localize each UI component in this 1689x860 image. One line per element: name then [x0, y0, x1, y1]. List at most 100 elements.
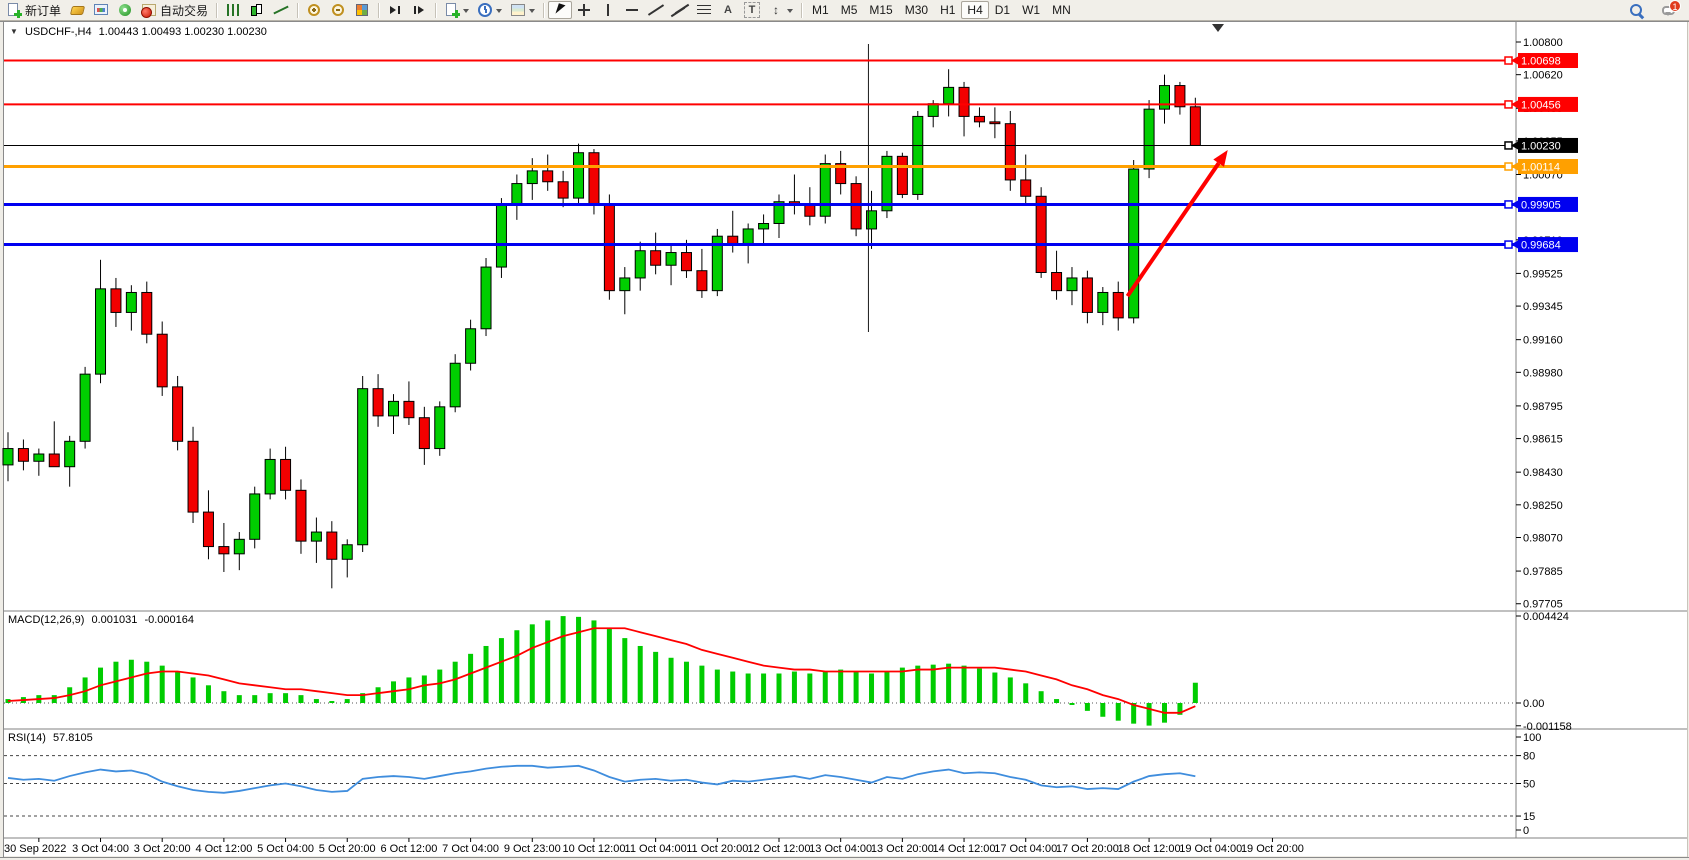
chart-shift-button[interactable] — [407, 1, 431, 19]
arrows-tool-button[interactable]: ↕ — [764, 1, 797, 19]
new-chart-button[interactable] — [440, 1, 473, 19]
price-tick-label: 0.98615 — [1523, 434, 1563, 446]
market-watch-button[interactable] — [65, 1, 89, 19]
line-handle[interactable] — [1505, 241, 1512, 248]
timeframe-mn[interactable]: MN — [1046, 1, 1077, 19]
bearish-candle — [157, 334, 167, 387]
macd-histogram-bar — [1147, 703, 1152, 726]
bullish-candle — [527, 171, 537, 184]
macd-histogram-bar — [1085, 703, 1090, 711]
bullish-candle — [3, 449, 13, 465]
time-tick-label: 3 Oct 04:00 — [72, 843, 129, 855]
chevron-down-icon[interactable] — [529, 9, 535, 16]
line-handle[interactable] — [1505, 142, 1512, 149]
templates-button[interactable] — [506, 1, 539, 19]
chart-collapse-icon[interactable]: ▼ — [10, 27, 18, 36]
label-tool-button[interactable]: T — [740, 1, 764, 19]
macd-histogram-bar — [484, 646, 489, 703]
chart-ohlc-values: 1.00443 1.00493 1.00230 1.00230 — [99, 26, 267, 38]
time-tick-label: 19 Oct 20:00 — [1241, 843, 1304, 855]
line-chart-mode-button[interactable] — [269, 1, 293, 19]
chart-background — [4, 22, 1687, 856]
timeframe-m30[interactable]: M30 — [899, 1, 934, 19]
timeframe-w1[interactable]: W1 — [1016, 1, 1046, 19]
macd-histogram-bar — [499, 638, 504, 703]
bearish-candle — [327, 532, 337, 559]
price-badge-1.00698: 1.00698 — [1511, 53, 1578, 68]
line-handle[interactable] — [1505, 201, 1512, 208]
bullish-candle — [759, 224, 769, 229]
bearish-candle — [1190, 107, 1200, 146]
timeframe-h1[interactable]: H1 — [934, 1, 961, 19]
tile-windows-button[interactable] — [350, 1, 374, 19]
horizontal-line-tool-button[interactable] — [620, 1, 644, 19]
bearish-candle — [18, 449, 28, 462]
chart-svg[interactable]: 1.008001.006201.004351.002551.000700.998… — [0, 0, 1689, 860]
periods-button[interactable] — [473, 1, 506, 19]
vertical-line-tool-button[interactable] — [596, 1, 620, 19]
zoom-in-button[interactable] — [302, 1, 326, 19]
chevron-down-icon[interactable] — [496, 9, 502, 16]
rsi-name: RSI(14) — [8, 732, 46, 744]
bar-chart-mode-button[interactable] — [221, 1, 245, 19]
zoom-out-button[interactable] — [326, 1, 350, 19]
time-tick-label: 14 Oct 12:00 — [933, 843, 996, 855]
macd-histogram-bar — [422, 675, 427, 703]
macd-histogram-bar — [807, 674, 812, 703]
timeframe-d1[interactable]: D1 — [989, 1, 1016, 19]
line-handle[interactable] — [1505, 163, 1512, 170]
timeframe-m30-label: M30 — [905, 3, 928, 17]
trendline-tool-button[interactable] — [644, 1, 668, 19]
bullish-candle — [250, 494, 260, 539]
line-handle[interactable] — [1505, 57, 1512, 64]
notification-badge: 1 — [1669, 0, 1681, 12]
timeframe-m5[interactable]: M5 — [835, 1, 864, 19]
vline-icon — [600, 2, 616, 18]
bearish-candle — [49, 454, 59, 467]
line-handle[interactable] — [1505, 101, 1512, 108]
chevron-down-icon[interactable] — [463, 9, 469, 16]
time-tick-label: 6 Oct 12:00 — [380, 843, 437, 855]
candlestick-mode-button[interactable] — [245, 1, 269, 19]
timeframe-h4[interactable]: H4 — [961, 1, 988, 19]
trendline-icon — [648, 2, 664, 18]
fibonacci-tool-button[interactable] — [692, 1, 716, 19]
notifications-button[interactable]: 1 — [1657, 2, 1681, 20]
chart-window-button[interactable] — [89, 1, 113, 19]
bearish-candle — [1036, 196, 1046, 272]
bearish-candle — [1082, 278, 1092, 312]
search-button[interactable] — [1625, 2, 1649, 20]
chevron-down-icon[interactable] — [787, 9, 793, 16]
price-tick-label: 1.00800 — [1523, 37, 1563, 49]
new-order-button[interactable]: 新订单 — [2, 1, 65, 19]
macd-histogram-bar — [653, 652, 658, 703]
macd-tick-label: 0.004424 — [1523, 611, 1569, 623]
macd-histogram-bar — [221, 691, 226, 703]
bullish-candle — [1160, 86, 1170, 110]
auto-scroll-button[interactable] — [383, 1, 407, 19]
time-tick-label: 17 Oct 20:00 — [1056, 843, 1119, 855]
bullish-candle — [1067, 278, 1077, 291]
bearish-candle — [805, 205, 815, 216]
channel-tool-button[interactable] — [668, 1, 692, 19]
price-tick-label: 0.97705 — [1523, 599, 1563, 611]
macd-histogram-bar — [1054, 699, 1059, 703]
cursor-tool-button[interactable] — [548, 1, 572, 19]
signals-button[interactable] — [113, 1, 137, 19]
text-tool-button[interactable]: A — [716, 1, 740, 19]
bearish-candle — [173, 387, 183, 441]
text-t-icon: T — [744, 2, 760, 18]
blue-monitor-icon — [93, 2, 109, 18]
timeframe-m15[interactable]: M15 — [863, 1, 898, 19]
bullish-candle — [481, 267, 491, 329]
timeframe-m1[interactable]: M1 — [806, 1, 835, 19]
chart-canvas[interactable]: 1.008001.006201.004351.002551.000700.998… — [0, 0, 1689, 860]
bearish-candle — [219, 547, 229, 554]
autotrading-button[interactable]: 自动交易 — [137, 1, 212, 19]
crosshair-tool-button[interactable] — [572, 1, 596, 19]
rsi-tick-label: 100 — [1523, 732, 1541, 744]
time-tick-label: 19 Oct 04:00 — [1179, 843, 1242, 855]
time-tick-label: 4 Oct 12:00 — [195, 843, 252, 855]
bearish-candle — [851, 184, 861, 229]
time-tick-label: 5 Oct 04:00 — [257, 843, 314, 855]
